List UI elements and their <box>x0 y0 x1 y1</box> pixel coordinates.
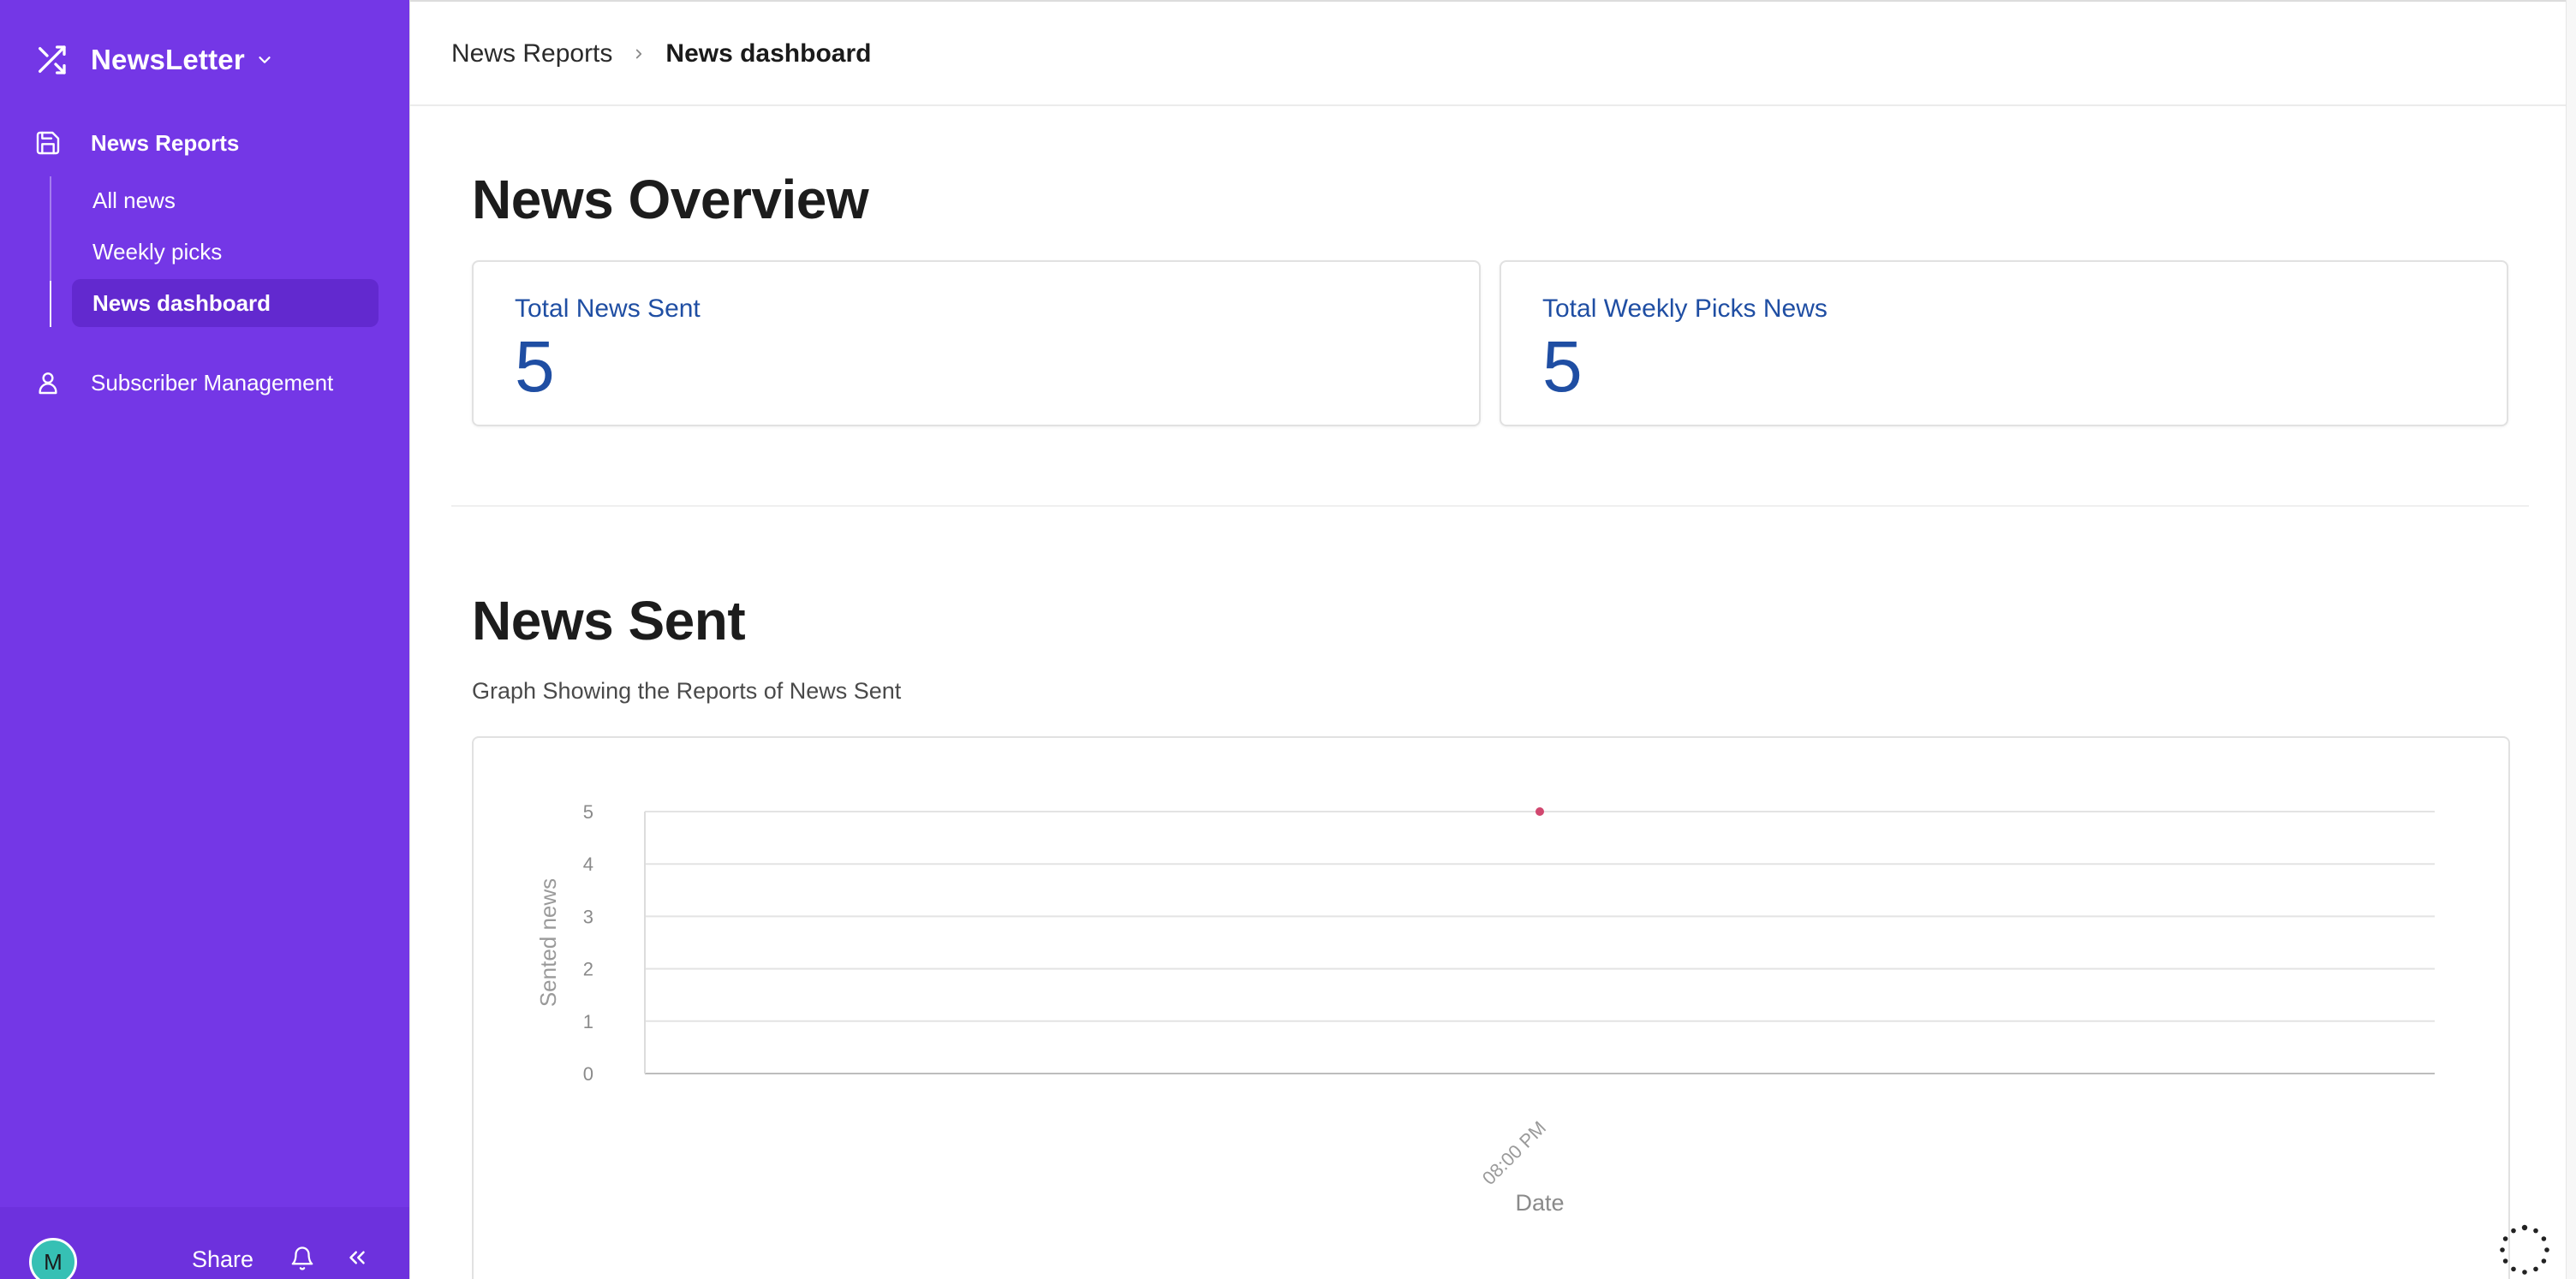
sidebar-item-all-news[interactable]: All news <box>72 176 379 224</box>
sidebar-item-label: News dashboard <box>92 289 271 316</box>
app-name: NewsLetter <box>91 44 245 75</box>
news-sent-chart: 0 1 2 3 4 5 08:00 PM Date Sented news <box>472 736 2510 1279</box>
save-icon <box>36 131 60 155</box>
avatar[interactable]: M <box>29 1238 77 1279</box>
shuffle-icon <box>39 45 66 74</box>
bell-icon[interactable] <box>289 1245 315 1272</box>
top-bar: News Reports News dashboard <box>410 0 2576 106</box>
y-tick-label: 1 <box>583 1011 593 1032</box>
x-tick-label: 08:00 PM <box>1478 1117 1550 1189</box>
breadcrumb-current: News dashboard <box>665 39 872 68</box>
stat-value: 5 <box>1542 326 1583 407</box>
sidebar-item-news-dashboard[interactable]: News dashboard <box>72 279 379 327</box>
main-content: News Reports News dashboard News Overvie… <box>409 0 2576 1279</box>
stat-label: Total Weekly Picks News <box>1542 294 1828 323</box>
section-subtitle: Graph Showing the Reports of News Sent <box>472 678 902 704</box>
chart-canvas: 0 1 2 3 4 5 08:00 PMDate Sented news <box>535 801 2435 1216</box>
stat-card-total-news-sent: Total News Sent 5 <box>472 260 1481 426</box>
subnav-rail-active <box>50 281 51 327</box>
y-tick-label: 5 <box>583 801 593 823</box>
breadcrumb: News Reports News dashboard <box>451 39 871 68</box>
sidebar-item-subscriber-management[interactable]: Subscriber Management <box>34 365 333 401</box>
stat-label: Total News Sent <box>515 294 701 323</box>
user-icon <box>39 372 57 395</box>
sidebar-item-label: Weekly picks <box>92 238 223 265</box>
sidebar: NewsLetter News Reports All news Weekly … <box>0 0 409 1279</box>
sidebar-section-label: News Reports <box>91 129 240 156</box>
y-axis-title: Sented news <box>535 878 561 1007</box>
sidebar-footer: M Share <box>0 1207 409 1279</box>
y-tick-label: 2 <box>583 959 593 980</box>
sidebar-section-label: Subscriber Management <box>91 369 334 396</box>
double-chevron-left-icon[interactable] <box>344 1245 370 1270</box>
avatar-initial: M <box>44 1248 63 1275</box>
y-tick-label: 4 <box>583 854 593 875</box>
page-title: News Overview <box>472 169 869 230</box>
sidebar-item-news-reports[interactable]: News Reports <box>34 125 239 161</box>
share-button[interactable]: Share <box>192 1246 253 1273</box>
chevron-down-icon <box>259 57 271 63</box>
sidebar-item-label: All news <box>92 187 176 213</box>
breadcrumb-parent[interactable]: News Reports <box>451 39 612 68</box>
chevron-right-icon <box>636 49 642 59</box>
workspace-switcher[interactable]: NewsLetter <box>34 38 274 82</box>
y-tick-label: 3 <box>583 906 593 927</box>
section-divider <box>451 505 2529 507</box>
stat-card-total-weekly-picks: Total Weekly Picks News 5 <box>1500 260 2508 426</box>
scrollbar[interactable] <box>2566 0 2576 1279</box>
data-point <box>1535 807 1544 816</box>
x-axis-title: Date <box>1515 1190 1564 1216</box>
sidebar-item-weekly-picks[interactable]: Weekly picks <box>72 228 379 276</box>
loading-spinner-icon <box>2500 1224 2549 1275</box>
y-tick-label: 0 <box>583 1063 593 1085</box>
section-title: News Sent <box>472 590 746 651</box>
stat-value: 5 <box>515 326 555 407</box>
